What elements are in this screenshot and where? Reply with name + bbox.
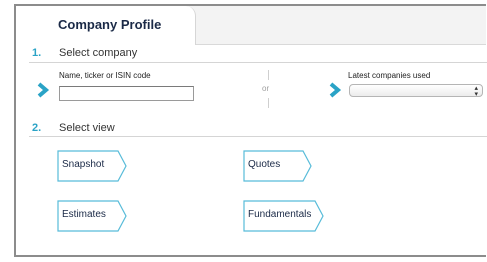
step-2-divider: [29, 136, 487, 137]
tab-company-profile[interactable]: Company Profile: [16, 6, 196, 45]
step-1-number: 1.: [32, 47, 42, 59]
fundamentals-label: Fundamentals: [248, 209, 312, 220]
snapshot-label: Snapshot: [62, 159, 105, 170]
step-1-title: Select company: [59, 47, 138, 59]
estimates-label: Estimates: [62, 209, 106, 220]
chevron-right-icon[interactable]: [36, 82, 50, 98]
separator-line-bottom: [268, 98, 269, 108]
step-1-divider: [29, 62, 487, 63]
step-2-number: 2.: [32, 122, 42, 134]
step-2-title: Select view: [59, 122, 115, 134]
up-down-caret-icon: ▴ ▾: [474, 85, 478, 98]
company-search-input[interactable]: [59, 86, 194, 101]
tab-label: Company Profile: [58, 17, 162, 32]
quotes-label: Quotes: [248, 159, 281, 170]
separator-line-top: [268, 70, 269, 80]
estimates-button[interactable]: Estimates: [57, 200, 127, 232]
chevron-right-icon[interactable]: [328, 82, 342, 98]
latest-companies-select[interactable]: ▴ ▾: [349, 84, 483, 98]
company-search-label: Name, ticker or ISIN code: [59, 71, 151, 80]
tab-bar: Company Profile: [16, 6, 486, 45]
latest-companies-label: Latest companies used: [348, 71, 431, 80]
company-profile-panel: Company Profile 1. Select company Name, …: [14, 4, 487, 257]
quotes-button[interactable]: Quotes: [243, 150, 312, 182]
snapshot-button[interactable]: Snapshot: [57, 150, 127, 182]
or-separator: or: [262, 70, 276, 108]
or-text: or: [262, 84, 270, 93]
fundamentals-button[interactable]: Fundamentals: [243, 200, 324, 232]
